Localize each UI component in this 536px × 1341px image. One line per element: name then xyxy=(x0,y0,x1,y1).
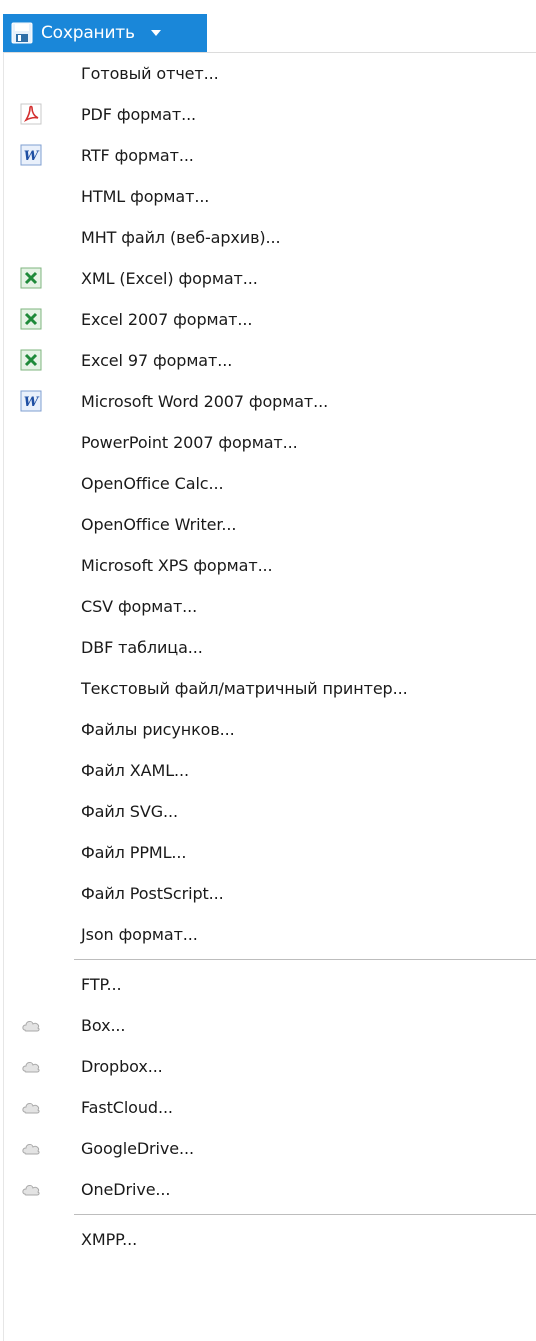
svg-text:W: W xyxy=(24,395,40,410)
menu-item-xml-excel[interactable]: XML (Excel) формат... xyxy=(4,258,536,299)
menu-item-label: Файл PPML... xyxy=(81,843,187,862)
menu-item-ready-report[interactable]: Готовый отчет... xyxy=(4,53,536,94)
menu-item-label: Текстовый файл/матричный принтер... xyxy=(81,679,408,698)
menu-item-label: Microsoft Word 2007 формат... xyxy=(81,392,329,411)
menu-item-label: Excel 97 формат... xyxy=(81,351,233,370)
menu-item-xmpp[interactable]: XMPP... xyxy=(4,1219,536,1260)
menu-item-label: FastCloud... xyxy=(81,1098,173,1117)
menu-item-xps[interactable]: Microsoft XPS формат... xyxy=(4,545,536,586)
menu-item-text-file[interactable]: Текстовый файл/матричный принтер... xyxy=(4,668,536,709)
menu-separator xyxy=(4,955,536,964)
save-button-label: Сохранить xyxy=(41,23,135,43)
cloud-icon xyxy=(22,1185,40,1196)
menu-item-box[interactable]: Box... xyxy=(4,1005,536,1046)
menu-item-label: Excel 2007 формат... xyxy=(81,310,253,329)
menu-item-label: OpenOffice Calc... xyxy=(81,474,224,493)
menu-item-excel-97[interactable]: Excel 97 формат... xyxy=(4,340,536,381)
excel-icon xyxy=(20,308,42,330)
save-format-menu: Готовый отчет... PDF формат... W RTF фор… xyxy=(3,52,536,1341)
menu-separator xyxy=(4,1210,536,1219)
menu-item-googledrive[interactable]: GoogleDrive... xyxy=(4,1128,536,1169)
menu-item-label: Microsoft XPS формат... xyxy=(81,556,273,575)
excel-icon xyxy=(20,267,42,289)
menu-item-json[interactable]: Json формат... xyxy=(4,914,536,955)
floppy-disk-icon xyxy=(11,22,33,44)
menu-item-ftp[interactable]: FTP... xyxy=(4,964,536,1005)
svg-text:W: W xyxy=(24,149,40,164)
menu-item-label: Файлы рисунков... xyxy=(81,720,235,739)
menu-item-label: DBF таблица... xyxy=(81,638,203,657)
menu-item-label: GoogleDrive... xyxy=(81,1139,194,1158)
menu-item-label: XML (Excel) формат... xyxy=(81,269,258,288)
menu-item-ppml[interactable]: Файл PPML... xyxy=(4,832,536,873)
word-icon: W xyxy=(20,144,42,166)
cloud-icon xyxy=(22,1021,40,1032)
menu-item-label: PDF формат... xyxy=(81,105,197,124)
menu-item-csv[interactable]: CSV формат... xyxy=(4,586,536,627)
excel-icon xyxy=(20,349,42,371)
menu-item-label: FTP... xyxy=(81,975,122,994)
menu-item-dbf[interactable]: DBF таблица... xyxy=(4,627,536,668)
menu-item-label: MHT файл (веб-архив)... xyxy=(81,228,281,247)
menu-item-label: Файл PostScript... xyxy=(81,884,224,903)
menu-item-openoffice-calc[interactable]: OpenOffice Calc... xyxy=(4,463,536,504)
menu-item-onedrive[interactable]: OneDrive... xyxy=(4,1169,536,1210)
menu-item-openoffice-writer[interactable]: OpenOffice Writer... xyxy=(4,504,536,545)
menu-item-label: Json формат... xyxy=(81,925,198,944)
menu-item-html[interactable]: HTML формат... xyxy=(4,176,536,217)
menu-item-label: Box... xyxy=(81,1016,126,1035)
menu-item-pdf[interactable]: PDF формат... xyxy=(4,94,536,135)
menu-item-dropbox[interactable]: Dropbox... xyxy=(4,1046,536,1087)
menu-item-label: HTML формат... xyxy=(81,187,210,206)
save-button[interactable]: Сохранить xyxy=(3,14,207,52)
chevron-down-icon[interactable] xyxy=(150,30,161,36)
cloud-icon xyxy=(22,1144,40,1155)
menu-item-label: PowerPoint 2007 формат... xyxy=(81,433,298,452)
menu-item-postscript[interactable]: Файл PostScript... xyxy=(4,873,536,914)
word-icon: W xyxy=(20,390,42,412)
menu-item-powerpoint-2007[interactable]: PowerPoint 2007 формат... xyxy=(4,422,536,463)
menu-item-label: RTF формат... xyxy=(81,146,194,165)
menu-item-label: XMPP... xyxy=(81,1230,138,1249)
menu-item-word-2007[interactable]: W Microsoft Word 2007 формат... xyxy=(4,381,536,422)
menu-item-label: Готовый отчет... xyxy=(81,64,219,83)
menu-item-label: Файл SVG... xyxy=(81,802,178,821)
cloud-icon xyxy=(22,1062,40,1073)
menu-item-images[interactable]: Файлы рисунков... xyxy=(4,709,536,750)
menu-item-label: CSV формат... xyxy=(81,597,198,616)
menu-item-rtf[interactable]: W RTF формат... xyxy=(4,135,536,176)
cloud-icon xyxy=(22,1103,40,1114)
menu-item-excel-2007[interactable]: Excel 2007 формат... xyxy=(4,299,536,340)
menu-item-xaml[interactable]: Файл XAML... xyxy=(4,750,536,791)
menu-item-label: Dropbox... xyxy=(81,1057,163,1076)
menu-item-label: OneDrive... xyxy=(81,1180,171,1199)
menu-item-label: Файл XAML... xyxy=(81,761,189,780)
menu-item-mht[interactable]: MHT файл (веб-архив)... xyxy=(4,217,536,258)
menu-item-svg[interactable]: Файл SVG... xyxy=(4,791,536,832)
pdf-icon xyxy=(20,103,42,125)
menu-item-label: OpenOffice Writer... xyxy=(81,515,237,534)
menu-item-fastcloud[interactable]: FastCloud... xyxy=(4,1087,536,1128)
save-dropdown-screen: Сохранить Готовый отчет... PDF формат...… xyxy=(0,0,536,1341)
